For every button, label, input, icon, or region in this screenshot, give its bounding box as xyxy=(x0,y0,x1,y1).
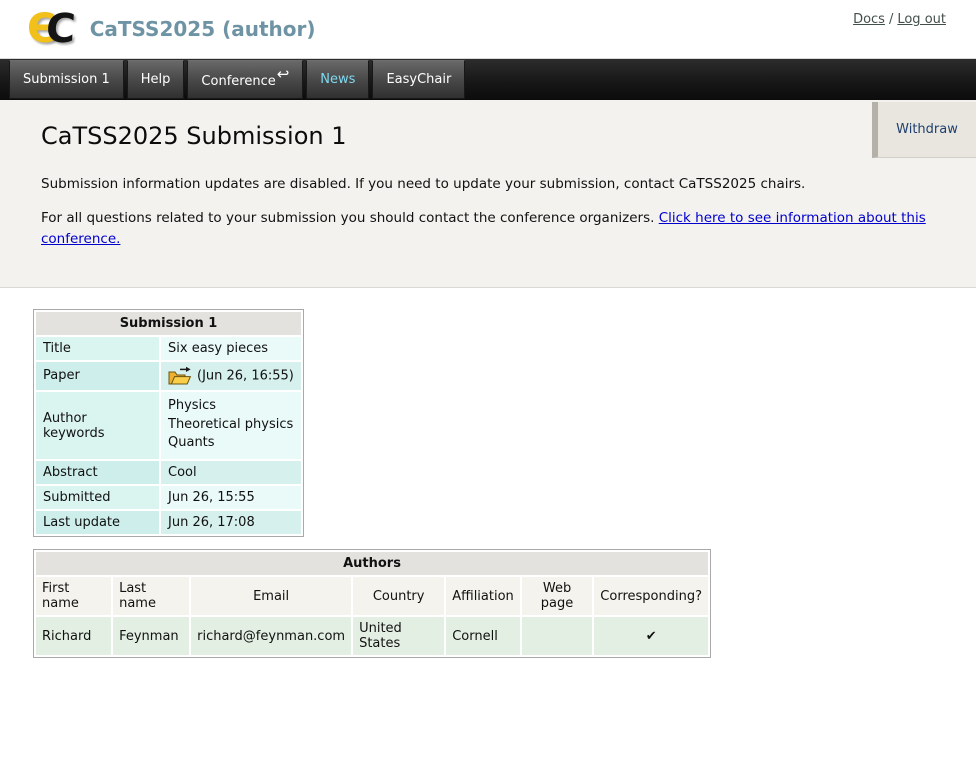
last-update-row: Last update Jun 26, 17:08 xyxy=(36,511,301,534)
author-last-name-cell: Feynman xyxy=(113,617,189,655)
logout-link[interactable]: Log out xyxy=(897,12,946,27)
contact-text: For all questions related to your submis… xyxy=(41,210,659,226)
nav-submission-1[interactable]: Submission 1 xyxy=(9,60,124,99)
withdraw-tab[interactable]: Withdraw xyxy=(872,102,976,158)
return-arrow-icon: ↩ xyxy=(277,55,290,93)
submitted-row: Submitted Jun 26, 15:55 xyxy=(36,486,301,509)
intro-section: Withdraw CaTSS2025 Submission 1 Submissi… xyxy=(0,100,976,288)
nav-help-label: Help xyxy=(141,72,171,87)
nav-easychair-label: EasyChair xyxy=(386,72,451,87)
header-links: Docs / Log out xyxy=(853,12,946,27)
title-label-cell: Title xyxy=(36,337,159,360)
keywords-label-cell: Author keywords xyxy=(36,392,159,460)
nav-news[interactable]: News xyxy=(306,60,369,99)
col-header-first-name: First name xyxy=(36,577,111,615)
col-header-country: Country xyxy=(353,577,444,615)
nav-conference[interactable]: Conference↩ xyxy=(187,60,303,99)
paper-timestamp: (Jun 26, 16:55) xyxy=(197,368,294,383)
authors-table-header-row: Authors xyxy=(36,552,708,575)
author-web-page-cell xyxy=(522,617,592,655)
abstract-row: Abstract Cool xyxy=(36,461,301,484)
col-header-web-page: Web page xyxy=(522,577,592,615)
submission-table-title: Submission 1 xyxy=(36,312,301,335)
last-update-label-cell: Last update xyxy=(36,511,159,534)
paper-value-cell: (Jun 26, 16:55) xyxy=(161,362,301,390)
submission-table-header-row: Submission 1 xyxy=(36,312,301,335)
app-header: Є C CaTSS2025 (author) Docs / Log out xyxy=(0,0,976,59)
col-header-email: Email xyxy=(191,577,351,615)
conference-role-title: CaTSS2025 (author) xyxy=(90,17,316,41)
withdraw-label: Withdraw xyxy=(896,122,958,137)
paper-row: Paper (Jun 26, 16:55) xyxy=(36,362,301,390)
col-header-last-name: Last name xyxy=(113,577,189,615)
author-country-cell: United States xyxy=(353,617,444,655)
keywords-value-cell: Physics Theoretical physics Quants xyxy=(161,392,301,460)
nav-news-label: News xyxy=(320,72,355,87)
nav-help[interactable]: Help xyxy=(127,60,185,99)
authors-column-header-row: First name Last name Email Country Affil… xyxy=(36,577,708,615)
col-header-corresponding: Corresponding? xyxy=(594,577,708,615)
authors-table-title: Authors xyxy=(36,552,708,575)
submitted-label-cell: Submitted xyxy=(36,486,159,509)
title-row: Title Six easy pieces xyxy=(36,337,301,360)
content-area: Submission 1 Title Six easy pieces Paper… xyxy=(0,288,976,659)
easychair-app: Є C CaTSS2025 (author) Docs / Log out Subm… xyxy=(0,0,976,784)
nav-conference-label: Conference xyxy=(201,74,275,89)
authors-table: Authors First name Last name Email Count… xyxy=(33,549,711,658)
easychair-logo[interactable]: Є C xyxy=(27,9,76,49)
open-folder-download-icon[interactable] xyxy=(168,366,192,386)
author-affiliation-cell: Cornell xyxy=(446,617,520,655)
submission-table: Submission 1 Title Six easy pieces Paper… xyxy=(33,309,304,538)
page-title: CaTSS2025 Submission 1 xyxy=(41,122,938,150)
link-separator: / xyxy=(889,12,893,27)
submitted-value-cell: Jun 26, 15:55 xyxy=(161,486,301,509)
last-update-value-cell: Jun 26, 17:08 xyxy=(161,511,301,534)
abstract-value-cell: Cool xyxy=(161,461,301,484)
author-corresponding-checkmark: ✔ xyxy=(594,617,708,655)
nav-submission-1-label: Submission 1 xyxy=(23,72,110,87)
abstract-label-cell: Abstract xyxy=(36,461,159,484)
contact-paragraph: For all questions related to your submis… xyxy=(41,208,938,250)
updates-disabled-notice: Submission information updates are disab… xyxy=(41,174,938,195)
nav-easychair[interactable]: EasyChair xyxy=(372,60,465,99)
author-row: Richard Feynman richard@feynman.com Unit… xyxy=(36,617,708,655)
docs-link[interactable]: Docs xyxy=(853,12,885,27)
author-email-cell: richard@feynman.com xyxy=(191,617,351,655)
logo-letter-c: C xyxy=(45,9,77,49)
title-value-cell: Six easy pieces xyxy=(161,337,301,360)
main-nav: Submission 1 Help Conference↩ News EasyC… xyxy=(0,59,976,100)
paper-label-cell: Paper xyxy=(36,362,159,390)
author-first-name-cell: Richard xyxy=(36,617,111,655)
col-header-affiliation: Affiliation xyxy=(446,577,520,615)
keywords-row: Author keywords Physics Theoretical phys… xyxy=(36,392,301,460)
